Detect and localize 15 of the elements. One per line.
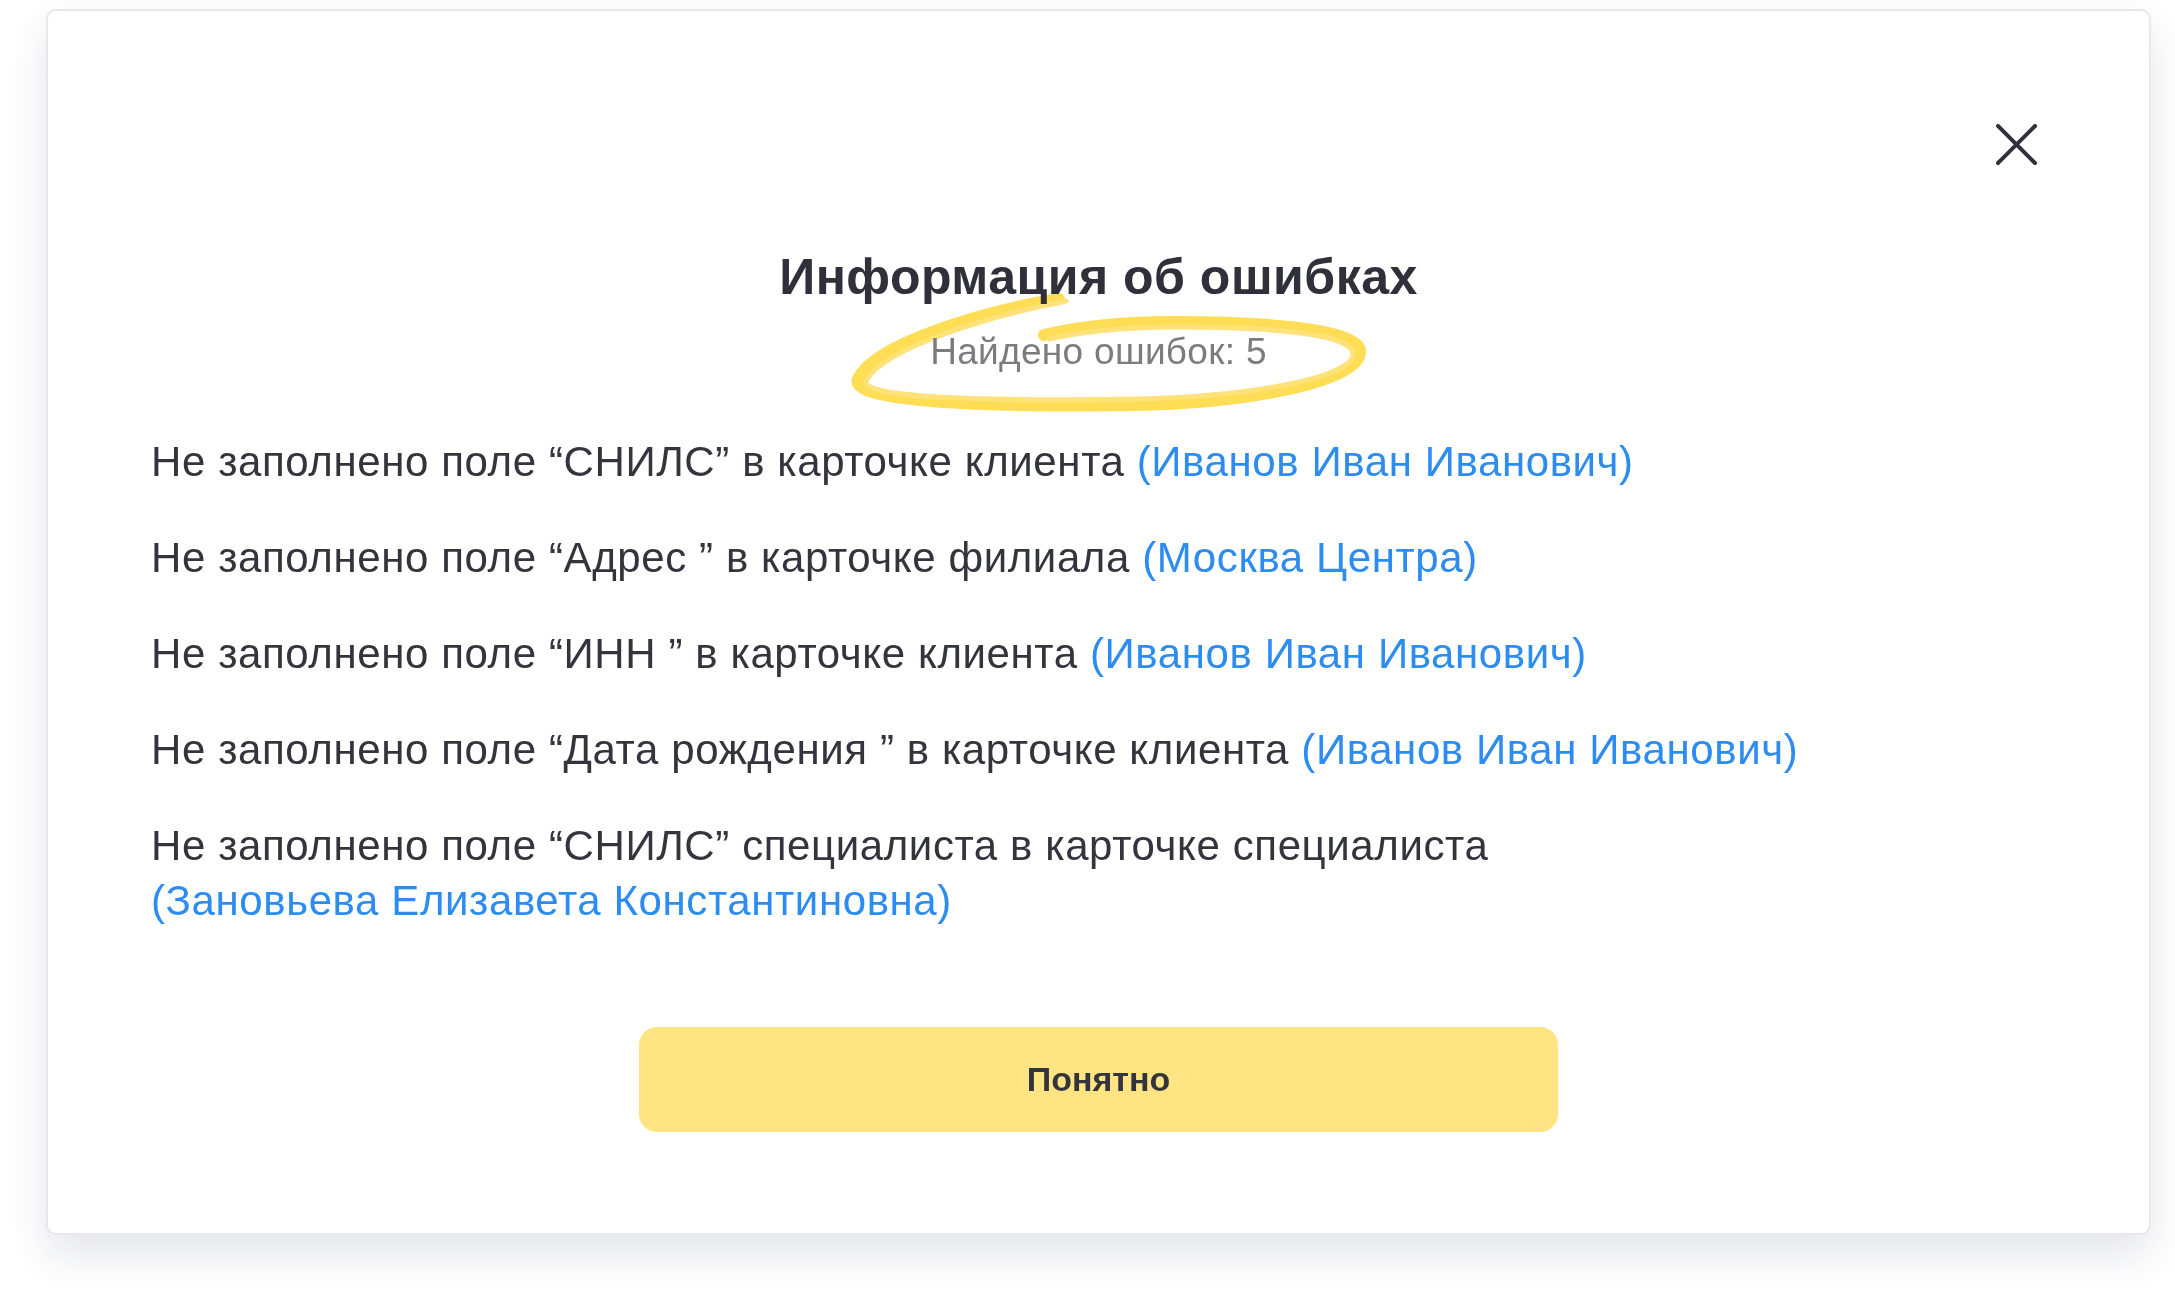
error-message: Не заполнено поле “Дата рождения ” в карточке клиента (Иванов Иван Иванович) xyxy=(151,725,1800,775)
dialog-title: Информация об ошибках xyxy=(779,249,1418,305)
card-link[interactable]: (Зановьева Елизавета Константиновна) xyxy=(151,877,952,924)
close-icon xyxy=(1996,124,2037,165)
card-link[interactable]: (Иванов Иван Иванович) xyxy=(1089,630,1587,677)
confirm-button[interactable]: Понятно xyxy=(639,1027,1558,1132)
close-button[interactable] xyxy=(1996,124,2037,165)
error-message: Не заполнено поле “ИНН ” в карточке клиента (Иванов Иван Иванович) xyxy=(151,629,1588,679)
card-link[interactable]: (Москва Центра) xyxy=(1142,534,1478,581)
error-count: Найдено ошибок: 5 xyxy=(930,330,1267,374)
error-message: Не заполнено поле “Адрес ” в карточке филиала (Москва Центра) xyxy=(151,533,1479,583)
error-message: Не заполнено поле “СНИЛС” в карточке клиента (Иванов Иван Иванович) xyxy=(151,437,1635,487)
error-message: Не заполнено поле “СНИЛС” специалиста в карточке специалиста (Зановьева Елизавета Константиновна) xyxy=(151,821,1490,926)
card-link[interactable]: (Иванов Иван Иванович) xyxy=(1301,726,1799,773)
card-link[interactable]: (Иванов Иван Иванович) xyxy=(1136,438,1634,485)
